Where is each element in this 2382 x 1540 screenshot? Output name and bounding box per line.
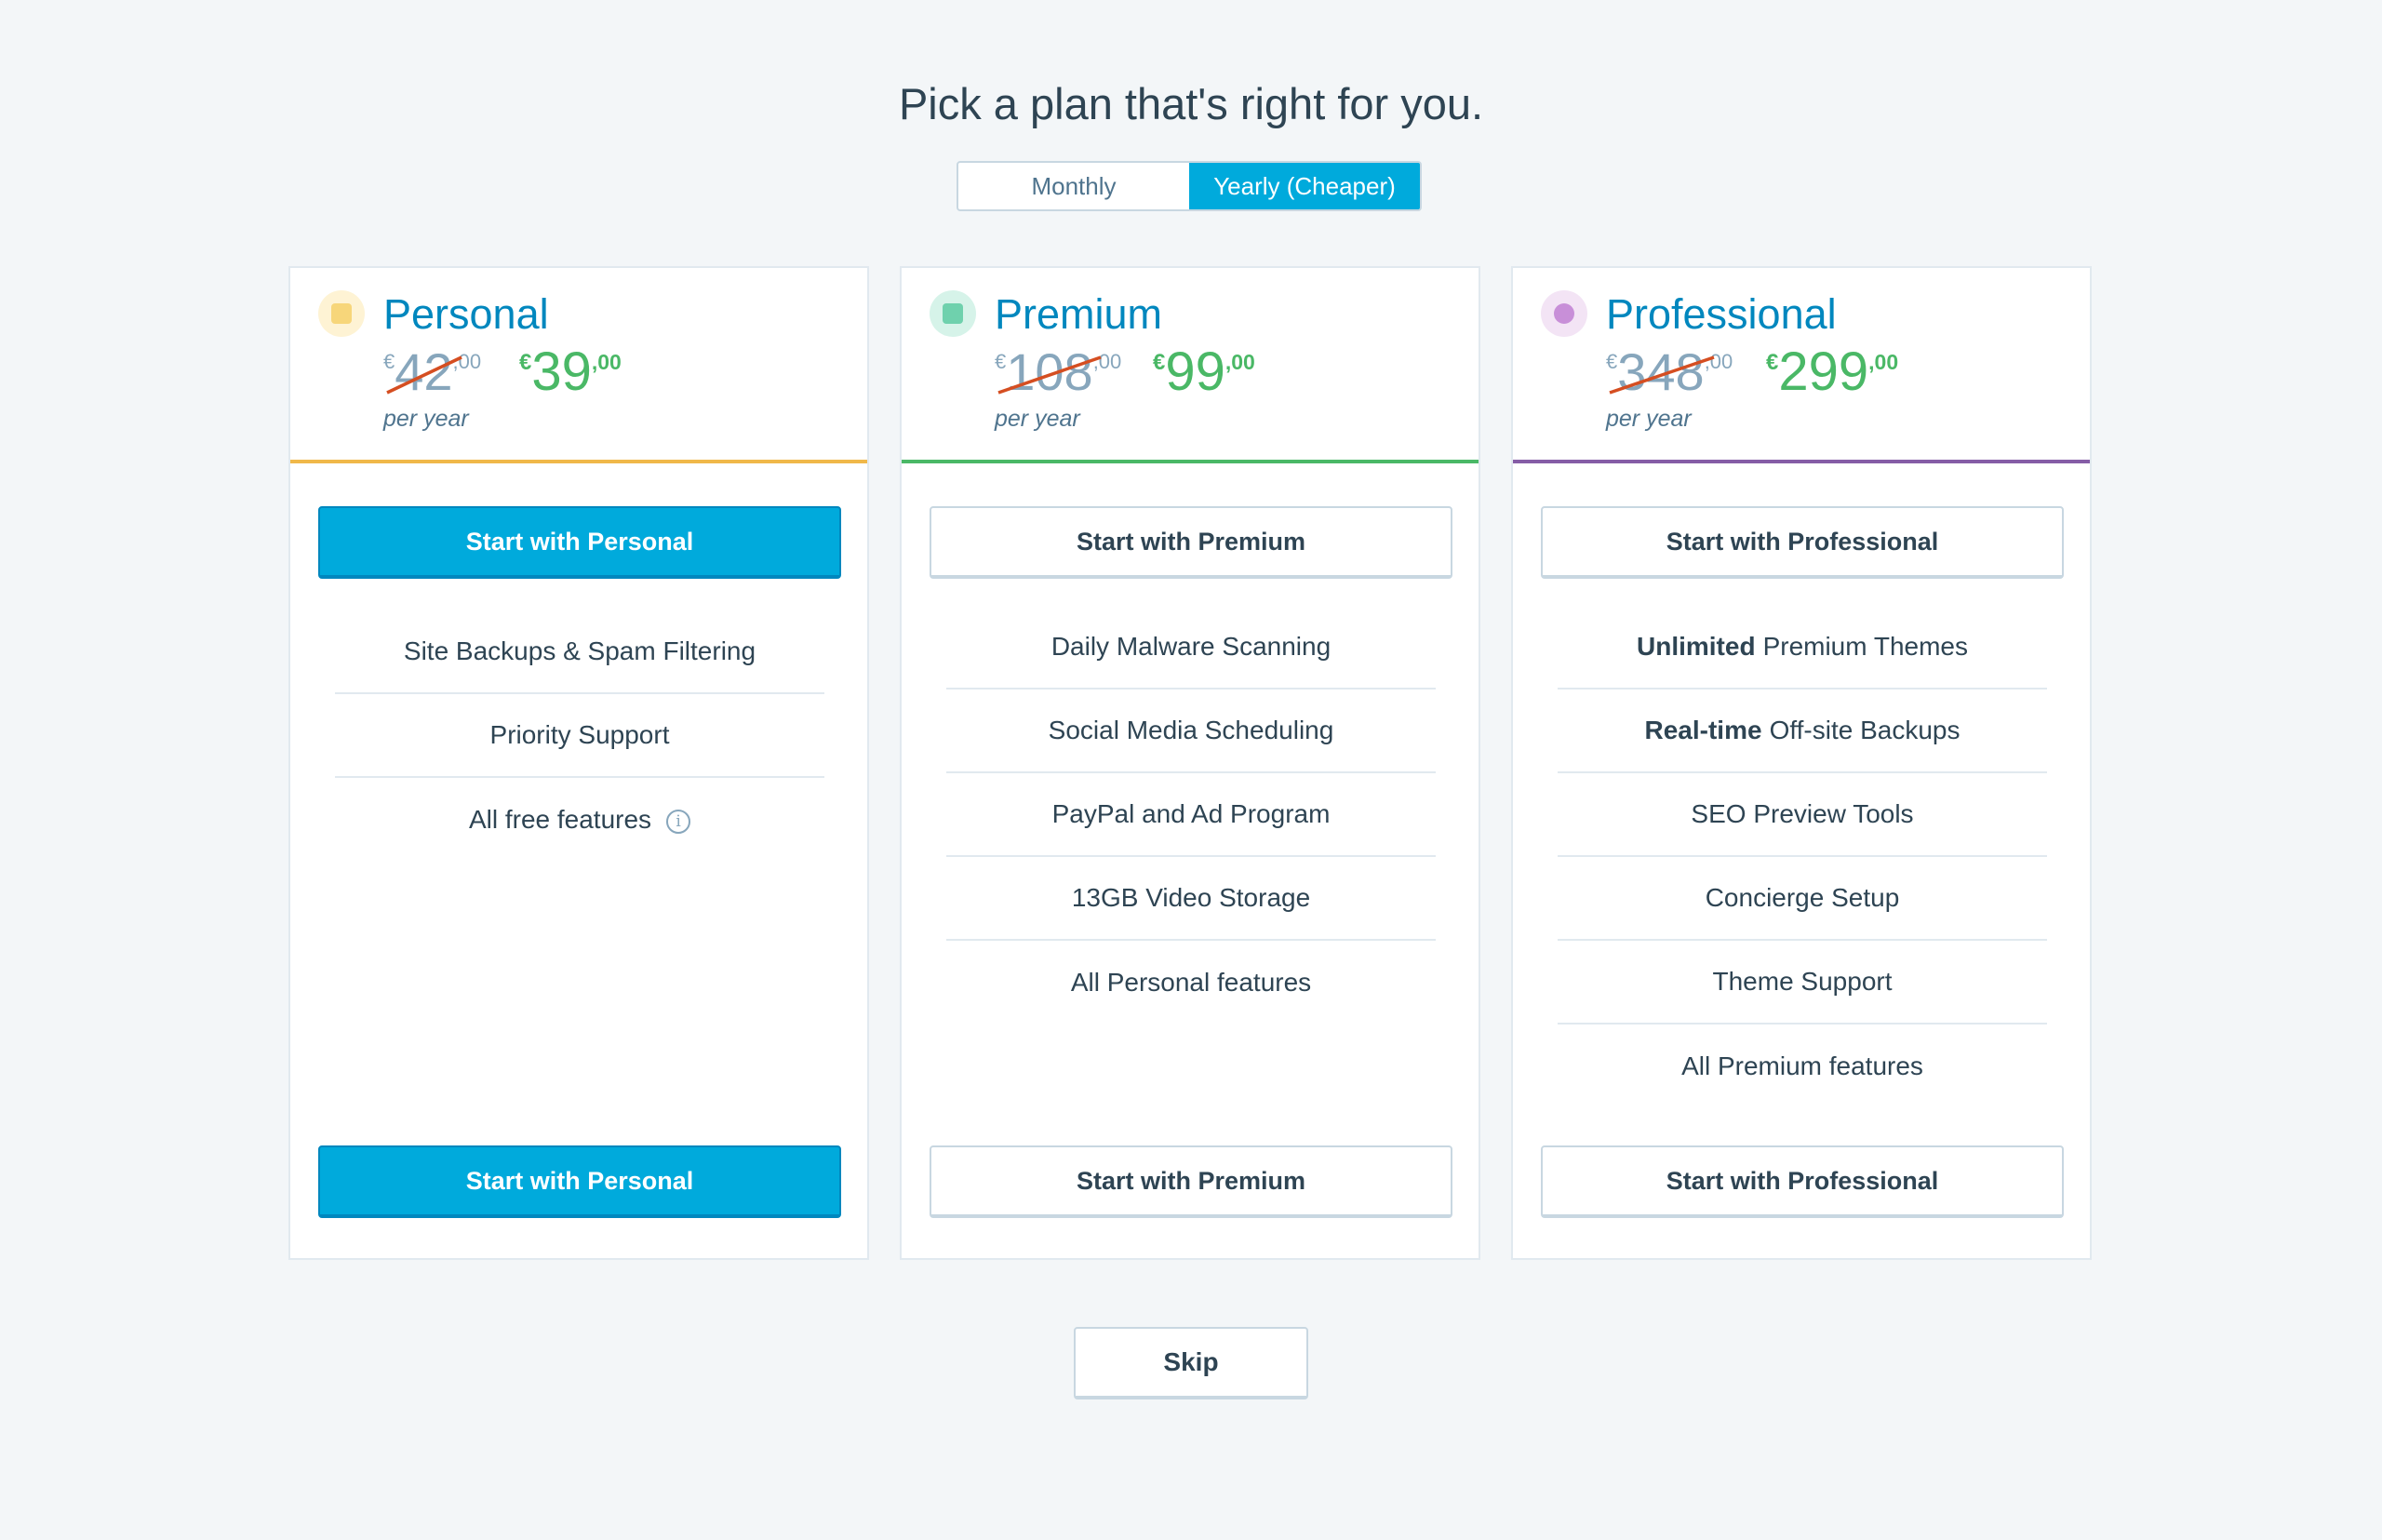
plan-header: Personal €42,00 €39,00 per year [290,268,867,463]
plan-header: Premium €108,00 €99,00 per year [902,268,1479,463]
original-price: €348,00 [1606,342,1733,401]
billing-period: per year [1606,406,1692,432]
skip-button[interactable]: Skip [1074,1327,1308,1399]
feature-item: All Premium features [1681,1051,1923,1080]
feature-item: Unlimited Premium Themes [1558,606,2047,690]
plan-name: Professional [1606,290,1837,338]
premium-plan-icon [930,290,976,337]
professional-plan-icon [1541,290,1587,337]
monthly-toggle-option[interactable]: Monthly [958,163,1189,209]
billing-period: per year [383,406,469,432]
yearly-toggle-option[interactable]: Yearly (Cheaper) [1189,163,1420,209]
billing-toggle: Monthly Yearly (Cheaper) [957,161,1422,211]
start-with-personal-button-bottom[interactable]: Start with Personal [318,1145,841,1218]
feature-list: Site Backups & Spam Filtering Priority S… [335,610,824,862]
start-with-professional-button-bottom[interactable]: Start with Professional [1541,1145,2064,1218]
feature-item: Site Backups & Spam Filtering [335,610,824,694]
original-price: €108,00 [995,342,1122,401]
sale-price: €39,00 [519,341,622,402]
feature-list: Daily Malware Scanning Social Media Sche… [946,606,1436,1024]
feature-item: Daily Malware Scanning [946,606,1436,690]
start-with-premium-button-bottom[interactable]: Start with Premium [930,1145,1452,1218]
start-with-personal-button[interactable]: Start with Personal [318,506,841,579]
feature-item: Priority Support [335,694,824,778]
sale-price: €299,00 [1766,341,1899,402]
plan-card-premium: Premium €108,00 €99,00 per year Start wi… [900,266,1480,1260]
personal-plan-icon [318,290,365,337]
feature-item: Social Media Scheduling [946,690,1436,773]
feature-item: Concierge Setup [1558,857,2047,941]
start-with-professional-button[interactable]: Start with Professional [1541,506,2064,579]
feature-item: All Personal features [1070,968,1312,997]
original-price: €42,00 [383,342,482,401]
sale-price: €99,00 [1153,341,1255,402]
page-title: Pick a plan that's right for you. [898,79,1484,128]
feature-item: Real-time Off-site Backups [1558,690,2047,773]
info-icon[interactable]: i [666,810,691,834]
feature-item: All free features i [335,778,824,862]
plan-name: Personal [383,290,549,338]
feature-item: 13GB Video Storage [946,857,1436,941]
plan-card-personal: Personal €42,00 €39,00 per year Start wi… [288,266,869,1260]
billing-period: per year [995,406,1080,432]
feature-item: Theme Support [1558,941,2047,1024]
start-with-premium-button[interactable]: Start with Premium [930,506,1452,579]
plan-header: Professional €348,00 €299,00 per year [1513,268,2090,463]
plan-card-professional: Professional €348,00 €299,00 per year St… [1511,266,2092,1260]
feature-list: Unlimited Premium Themes Real-time Off-sit… [1558,606,2047,1108]
feature-item: SEO Preview Tools [1558,773,2047,857]
plan-name: Premium [995,290,1163,338]
feature-item: PayPal and Ad Program [946,773,1436,857]
